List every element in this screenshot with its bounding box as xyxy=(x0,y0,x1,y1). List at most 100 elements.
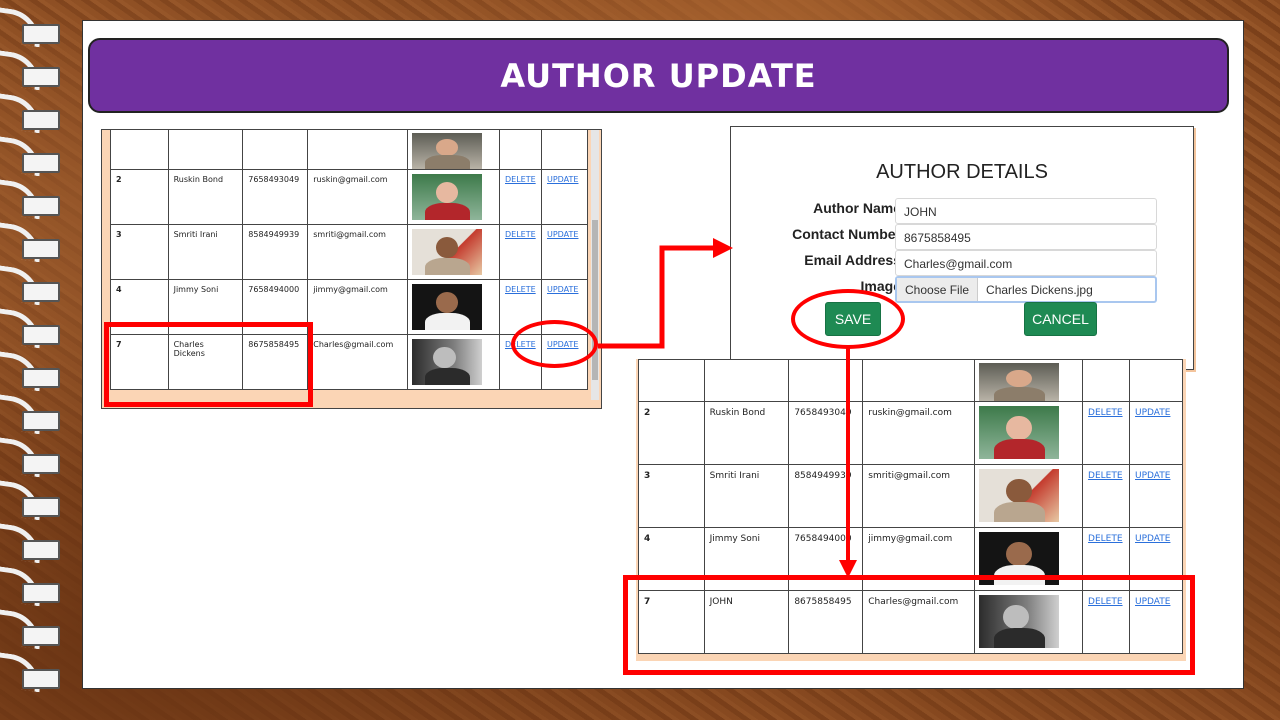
author-photo-4 xyxy=(412,284,483,330)
contact-number-row: Contact Number 8675858495 xyxy=(731,224,1193,250)
update-link-cell: UPDATE xyxy=(1129,401,1183,465)
author-name-cell: Smriti Irani xyxy=(167,224,244,280)
update-link-cell xyxy=(1129,359,1183,402)
image-file-input[interactable]: Choose File Charles Dickens.jpg xyxy=(895,276,1157,303)
update-link-cell: UPDATE xyxy=(1129,464,1183,528)
update-link-cell: UPDATE xyxy=(540,224,589,280)
email-cell: smriti@gmail.com xyxy=(307,224,409,280)
row-id xyxy=(638,359,705,402)
binder-ring xyxy=(0,608,70,650)
update-link[interactable]: UPDATE xyxy=(547,175,579,184)
delete-link[interactable]: DELETE xyxy=(1088,471,1123,481)
author-photo-3 xyxy=(412,229,483,275)
update-link-cell xyxy=(540,129,589,170)
email-cell xyxy=(307,129,409,170)
author-photo-2 xyxy=(979,406,1060,459)
contact-cell: 7658493049 xyxy=(242,169,309,225)
author-photo-cell xyxy=(974,464,1084,528)
author-name-cell: Ruskin Bond xyxy=(167,169,244,225)
update-link[interactable]: UPDATE xyxy=(1135,408,1170,418)
update-link[interactable]: UPDATE xyxy=(547,230,579,239)
binder-ring xyxy=(0,350,70,392)
update-link[interactable]: UPDATE xyxy=(1135,534,1170,544)
scrollbar-thumb[interactable] xyxy=(592,220,598,380)
highlight-row-before xyxy=(104,322,313,407)
binder-ring xyxy=(0,221,70,263)
binder-ring xyxy=(0,6,70,48)
binder-ring xyxy=(0,135,70,177)
binder-ring xyxy=(0,307,70,349)
contact-cell xyxy=(242,129,309,170)
author-photo-cell xyxy=(974,359,1084,402)
author-name-cell xyxy=(167,129,244,170)
row-id: 3 xyxy=(638,464,705,528)
table-row xyxy=(110,129,589,170)
email-cell: smriti@gmail.com xyxy=(862,464,976,528)
update-link[interactable]: UPDATE xyxy=(1135,471,1170,481)
author-name-row: Author Name JOHN xyxy=(731,198,1193,224)
delete-link-cell xyxy=(1082,359,1131,402)
email-cell xyxy=(862,359,976,402)
table-row: 2 Ruskin Bond 7658493049 ruskin@gmail.com DE… xyxy=(110,169,589,225)
author-photo-2 xyxy=(412,174,483,220)
email-cell: ruskin@gmail.com xyxy=(862,401,976,465)
email-row: Email Address Charles@gmail.com xyxy=(731,250,1193,276)
title-banner: AUTHOR UPDATE xyxy=(88,38,1229,113)
highlight-row-after xyxy=(623,575,1195,675)
update-link[interactable]: UPDATE xyxy=(547,285,579,294)
delete-link-cell xyxy=(499,129,542,170)
email-cell: jimmy@gmail.com xyxy=(307,279,409,335)
delete-link[interactable]: DELETE xyxy=(505,175,536,184)
author-name-cell xyxy=(703,359,790,402)
binder-ring xyxy=(0,436,70,478)
update-link-cell: UPDATE xyxy=(540,169,589,225)
author-name-cell: Smriti Irani xyxy=(703,464,790,528)
delete-link-cell: DELETE xyxy=(1082,401,1131,465)
email-address-input[interactable]: Charles@gmail.com xyxy=(895,250,1157,276)
author-photo-cell xyxy=(407,279,500,335)
contact-cell xyxy=(788,359,864,402)
contact-number-input[interactable]: 8675858495 xyxy=(895,224,1157,250)
delete-link[interactable]: DELETE xyxy=(1088,408,1123,418)
author-name-label: Author Name xyxy=(813,200,901,216)
contact-cell: 7658493049 xyxy=(788,401,864,465)
row-id xyxy=(110,129,169,170)
author-photo-1 xyxy=(412,133,483,169)
table-row: 3 Smriti Irani 8584949939 smriti@gmail.com D… xyxy=(638,464,1183,528)
scrollbar[interactable] xyxy=(591,130,599,400)
binder-ring xyxy=(0,49,70,91)
slide-title: AUTHOR UPDATE xyxy=(500,56,817,95)
delete-link-cell: DELETE xyxy=(1082,464,1131,528)
contact-cell: 8584949939 xyxy=(242,224,309,280)
highlight-save-button xyxy=(791,289,905,349)
binder-ring xyxy=(0,651,70,693)
binder-ring xyxy=(0,264,70,306)
author-photo-cell xyxy=(407,129,500,170)
binder-ring xyxy=(0,178,70,220)
delete-link[interactable]: DELETE xyxy=(1088,534,1123,544)
table-row: 2 Ruskin Bond 7658493049 ruskin@gmail.com DE… xyxy=(638,401,1183,465)
binder-rings xyxy=(0,0,70,720)
delete-link-cell: DELETE xyxy=(499,224,542,280)
binder-ring xyxy=(0,393,70,435)
author-photo-cell xyxy=(974,401,1084,465)
table-row: 3 Smriti Irani 8584949939 smriti@gmail.com D… xyxy=(110,224,589,280)
author-photo-cell xyxy=(407,169,500,225)
author-photo-cell xyxy=(407,334,500,390)
email-address-label: Email Address xyxy=(804,252,901,268)
highlight-update-link xyxy=(511,320,598,368)
email-cell: Charles@gmail.com xyxy=(307,334,409,390)
cancel-button[interactable]: CANCEL xyxy=(1024,302,1097,336)
author-name-cell: Ruskin Bond xyxy=(703,401,790,465)
author-name-input[interactable]: JOHN xyxy=(895,198,1157,224)
delete-link[interactable]: DELETE xyxy=(505,285,536,294)
row-id: 2 xyxy=(638,401,705,465)
binder-ring xyxy=(0,479,70,521)
binder-ring xyxy=(0,565,70,607)
binder-ring xyxy=(0,522,70,564)
email-cell: ruskin@gmail.com xyxy=(307,169,409,225)
delete-link[interactable]: DELETE xyxy=(505,230,536,239)
row-id: 2 xyxy=(110,169,169,225)
image-row: Image Choose File Charles Dickens.jpg xyxy=(731,276,1193,303)
choose-file-button[interactable]: Choose File xyxy=(897,278,979,301)
